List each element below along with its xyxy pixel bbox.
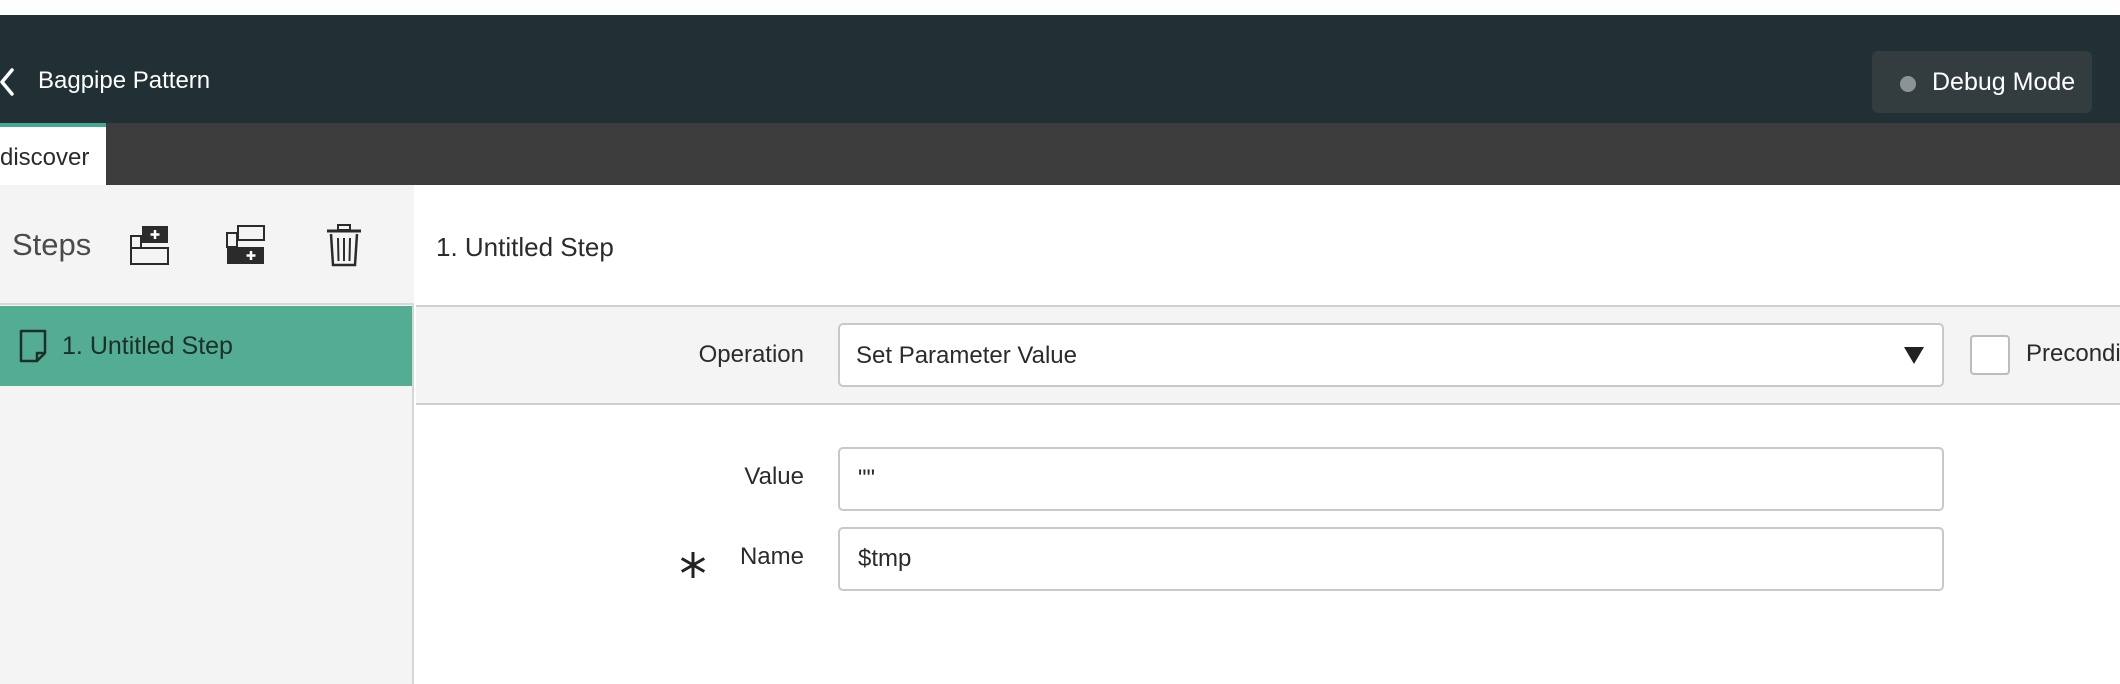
step-editor: 1. Untitled Step Operation Set Parameter… <box>416 185 2120 684</box>
step-item-number: 1. <box>62 332 83 360</box>
step-item-name: Untitled Step <box>89 332 233 360</box>
steps-sidebar: Steps 1. Untitled Step <box>0 185 414 684</box>
chevron-left-icon <box>0 68 14 96</box>
debug-mode-label: Debug Mode <box>1932 68 2076 96</box>
name-input[interactable] <box>838 527 1944 591</box>
document-icon <box>19 329 47 363</box>
app-header: Bagpipe Pattern Debug Mode <box>0 15 2120 123</box>
add-step-before-icon <box>130 226 169 265</box>
precondition-checkbox[interactable] <box>1970 335 2010 375</box>
operation-label: Operation <box>698 341 804 368</box>
add-step-after-icon <box>226 225 265 264</box>
operation-select[interactable]: Set Parameter Value <box>838 323 1944 387</box>
value-label: Value <box>744 463 804 490</box>
trash-icon <box>327 224 361 267</box>
name-label: Name <box>739 543 804 570</box>
steps-heading: Steps <box>12 227 92 262</box>
step-title: 1. Untitled Step <box>436 232 614 262</box>
tab-discover[interactable]: discover <box>0 123 106 185</box>
dropdown-arrow-icon <box>1904 347 1924 364</box>
back-button[interactable] <box>0 67 16 97</box>
steps-toolbar: Steps <box>0 185 414 305</box>
tab-bar: discover <box>0 123 2120 185</box>
required-asterisk-icon <box>680 552 706 578</box>
step-list-item[interactable]: 1. Untitled Step <box>0 306 412 386</box>
status-dot-icon <box>1900 76 1916 92</box>
delete-step-button[interactable] <box>322 223 366 267</box>
tab-label: discover <box>0 144 90 171</box>
value-input[interactable] <box>838 447 1944 511</box>
page-title: Bagpipe Pattern <box>38 67 211 94</box>
top-strip <box>0 0 2120 15</box>
add-step-before-button[interactable] <box>128 223 172 267</box>
step-item-label: 1. Untitled Step <box>62 330 233 362</box>
operation-select-value: Set Parameter Value <box>856 342 1078 369</box>
debug-mode-button[interactable]: Debug Mode <box>1872 51 2092 113</box>
add-step-after-button[interactable] <box>224 223 268 267</box>
precondition-label: Precondi <box>2026 340 2120 367</box>
operation-row: Operation Set Parameter Value Precondi <box>416 305 2120 405</box>
